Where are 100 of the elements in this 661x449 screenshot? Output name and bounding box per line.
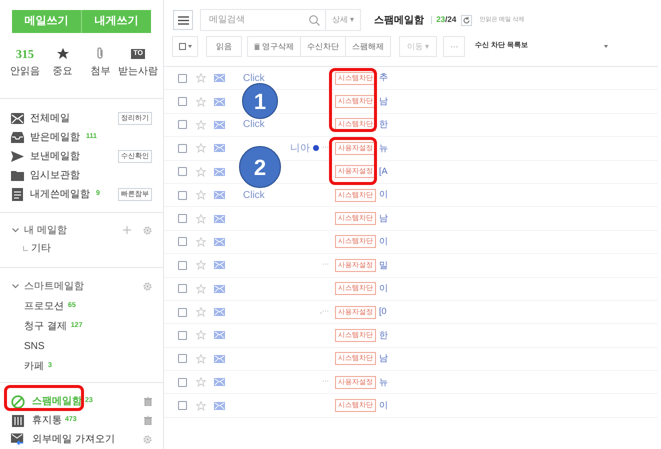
envelope-icon[interactable] — [214, 238, 225, 246]
subject-text[interactable]: 밀 — [379, 258, 388, 272]
filter-label[interactable]: 중요 — [52, 64, 73, 79]
star-icon[interactable] — [196, 330, 206, 340]
star-icon[interactable] — [196, 143, 206, 154]
subject-text[interactable]: 남 — [379, 352, 388, 366]
star-icon[interactable] — [196, 166, 206, 177]
star-icon[interactable] — [196, 96, 206, 107]
subject-text[interactable]: 뉴 — [379, 376, 388, 390]
checkbox[interactable] — [178, 308, 187, 317]
filter-label[interactable]: 받는사람 — [118, 64, 158, 79]
checkbox[interactable] — [178, 237, 187, 246]
subject-text[interactable]: 뉴 — [379, 142, 388, 156]
folder-link[interactable]: 받은메일함 — [30, 130, 80, 145]
paperclip-icon[interactable] — [95, 46, 106, 61]
toolbar-button[interactable]: 스팸해제 — [345, 36, 391, 57]
folder-link[interactable]: 전체메일 — [30, 111, 70, 126]
folder-link[interactable]: 카페 — [24, 358, 44, 374]
star-icon[interactable] — [196, 377, 206, 388]
subject-text[interactable]: [A — [379, 165, 388, 178]
star-icon[interactable] — [196, 307, 206, 318]
checkbox[interactable] — [178, 284, 187, 294]
settings-icon[interactable] — [143, 435, 152, 444]
folder-group-title[interactable]: 내 메일함 — [24, 222, 67, 238]
folder-link[interactable]: 기타 — [31, 240, 51, 256]
checkbox[interactable] — [178, 330, 187, 340]
subject-text[interactable]: 한 — [379, 328, 388, 342]
folder-group-title[interactable]: 스마트메일함 — [24, 278, 84, 294]
envelope-icon[interactable] — [214, 214, 225, 223]
folder-link[interactable]: 스팸메일함 — [32, 394, 82, 409]
plus-icon[interactable] — [123, 226, 131, 234]
star-icon[interactable] — [196, 120, 206, 130]
sender-name[interactable]: Click — [243, 70, 265, 86]
star-icon[interactable] — [196, 190, 206, 200]
filter-label[interactable]: 첨부 — [90, 64, 110, 79]
subject-text[interactable]: 추 — [379, 71, 388, 85]
toolbar-button[interactable]: 읽음 — [206, 36, 242, 57]
star-icon[interactable] — [196, 284, 206, 294]
envelope-icon[interactable] — [214, 120, 225, 129]
chevron-down-icon[interactable] — [11, 228, 20, 232]
envelope-icon[interactable] — [214, 191, 225, 200]
checkbox[interactable] — [178, 260, 187, 270]
unread-count[interactable]: 315 — [16, 46, 34, 61]
checkbox[interactable] — [178, 190, 187, 200]
menu-button[interactable] — [173, 10, 193, 30]
folder-link[interactable]: 휴지통 — [32, 413, 62, 428]
checkbox[interactable] — [178, 214, 187, 224]
trash-icon[interactable] — [144, 416, 152, 425]
envelope-icon[interactable] — [214, 144, 225, 152]
folder-link[interactable]: 청구 결제 — [24, 318, 67, 334]
envelope-icon[interactable] — [214, 354, 225, 363]
toolbar-button[interactable]: 영구삭제 — [247, 36, 301, 57]
trash-icon[interactable] — [144, 397, 152, 406]
checkbox[interactable] — [178, 401, 187, 410]
checkbox[interactable] — [178, 74, 187, 83]
sender-name[interactable]: Click — [243, 117, 265, 132]
envelope-icon[interactable] — [214, 261, 225, 270]
star-icon[interactable] — [196, 236, 206, 247]
checkbox[interactable] — [178, 378, 187, 387]
subject-text[interactable]: 한 — [379, 118, 388, 132]
more-button[interactable]: ··· — [443, 36, 466, 57]
checkbox[interactable] — [178, 144, 187, 153]
toolbar-button[interactable]: 수신차단 — [300, 36, 346, 57]
folder-link[interactable]: 보낸메일함 — [30, 149, 80, 164]
settings-icon[interactable] — [143, 226, 152, 234]
envelope-icon[interactable] — [214, 284, 225, 293]
search-field[interactable]: 메일검색 상세 ▾ — [200, 9, 362, 31]
envelope-icon[interactable] — [214, 98, 225, 106]
settings-icon[interactable] — [143, 282, 152, 290]
sender-name[interactable]: Click — [243, 188, 265, 203]
envelope-icon[interactable] — [214, 378, 225, 386]
checkbox[interactable] — [178, 97, 187, 106]
folder-link[interactable]: 외부메일 가져오기 — [32, 432, 115, 447]
subject-text[interactable]: [0 — [379, 305, 387, 319]
folder-link[interactable]: 임시보관함 — [30, 168, 80, 183]
envelope-icon[interactable] — [214, 402, 225, 410]
filter-label[interactable]: 안읽음 — [10, 64, 40, 79]
folder-link[interactable]: 프로모션 — [24, 298, 64, 314]
subject-text[interactable]: 남 — [379, 94, 388, 108]
star-icon[interactable] — [196, 73, 206, 84]
caret-icon[interactable] — [604, 45, 608, 48]
envelope-icon[interactable] — [214, 308, 225, 316]
envelope-icon[interactable] — [214, 74, 225, 82]
star-icon[interactable] — [196, 214, 206, 224]
checkbox[interactable] — [178, 354, 187, 364]
star-icon[interactable] — [196, 400, 206, 411]
folder-link[interactable]: SNS — [24, 338, 45, 354]
star-icon[interactable] — [196, 354, 206, 364]
folder-link[interactable]: 내게쓴메일함 — [30, 187, 90, 202]
detail-search-dropdown[interactable]: 상세 ▾ — [325, 10, 360, 30]
sender-name[interactable]: 니아 — [290, 140, 310, 156]
star-icon[interactable] — [56, 46, 69, 61]
subject-text[interactable]: 이 — [379, 235, 388, 249]
envelope-icon[interactable] — [214, 168, 225, 176]
refresh-button[interactable] — [461, 14, 472, 26]
chevron-down-icon[interactable] — [11, 284, 20, 288]
star-icon[interactable] — [196, 260, 206, 270]
checkbox[interactable] — [178, 167, 187, 176]
subject-text[interactable]: 이 — [379, 398, 388, 412]
subject-text[interactable]: 이 — [379, 282, 388, 296]
